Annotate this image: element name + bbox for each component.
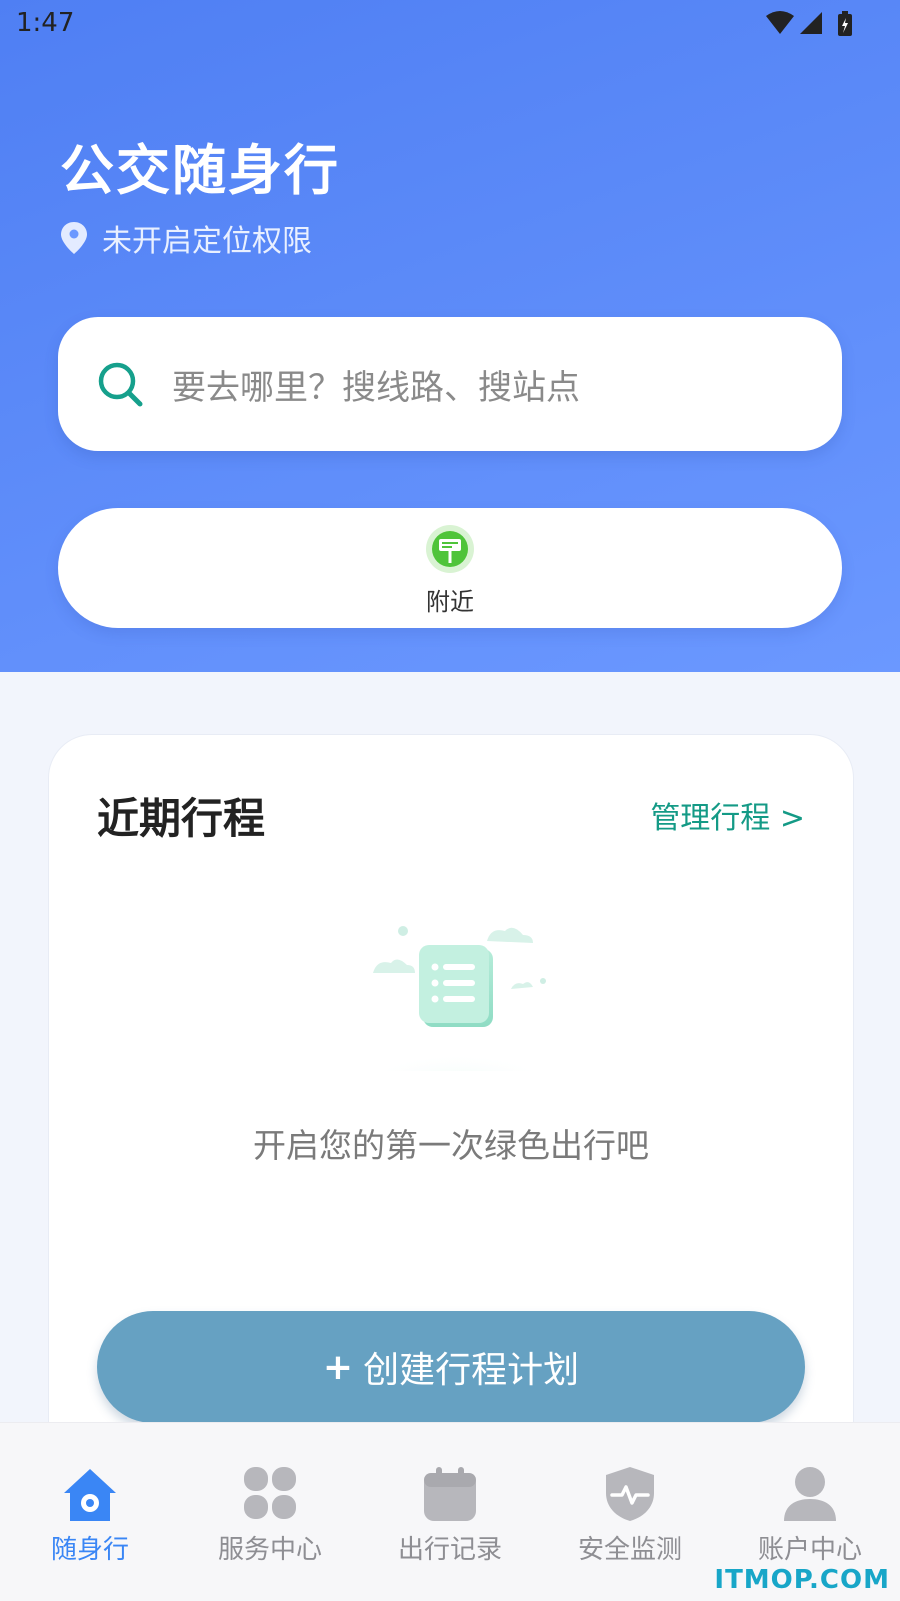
grid-icon [244,1467,296,1519]
empty-trips-illustration [366,926,550,1071]
create-trip-label: 创建行程计划 [363,1350,580,1391]
search-placeholder: 要去哪里？搜线路、搜站点 [172,367,580,408]
user-icon [784,1467,836,1521]
status-time: 1:47 [16,8,75,38]
nearby-label: 附近 [426,588,474,616]
home-icon [64,1469,116,1521]
search-bar[interactable]: 要去哪里？搜线路、搜站点 [58,317,842,451]
header-background: 1:47 公交随身行 未开启定位权限 要去哪里？搜线路、搜站点 附近 [0,0,900,672]
search-icon [98,362,143,407]
status-icons [766,11,852,36]
nav-item-home[interactable]: 随身行 [20,1465,160,1566]
nav-item-safety-monitor[interactable]: 安全监测 [560,1465,700,1566]
nav-label-home: 随身行 [50,1535,129,1565]
app-title: 公交随身行 [60,139,340,202]
nav-item-account-center[interactable]: 账户中心 [740,1465,880,1566]
nav-item-service-center[interactable]: 服务中心 [200,1465,340,1566]
location-status-text: 未开启定位权限 [102,224,312,259]
calendar-icon [424,1467,476,1521]
nav-label-travel-records: 出行记录 [397,1535,502,1565]
bottom-navigation: 随身行 服务中心 出行记录 安全监测 账户中心 ITMOP.COM [0,1422,900,1601]
location-pin-icon [61,222,87,254]
recent-trips-title: 近期行程 [97,794,266,843]
nav-label-safety-monitor: 安全监测 [577,1535,682,1565]
wifi-icon [766,11,794,34]
shield-pulse-icon [606,1467,654,1521]
quick-actions-card: 附近 [58,508,842,628]
nav-label-account-center: 账户中心 [757,1535,862,1565]
location-status[interactable]: 未开启定位权限 [60,218,312,259]
recent-trips-card: 近期行程 管理行程 > 开启您的第一次绿色出行吧 + 创建行程计划 [48,734,854,1496]
manage-trips-link[interactable]: 管理行程 > [650,793,805,837]
signal-icon [800,12,822,34]
empty-trips-message: 开启您的第一次绿色出行吧 [253,1126,649,1165]
battery-icon [838,11,852,36]
bus-stop-sign-icon [426,525,474,573]
nav-item-travel-records[interactable]: 出行记录 [380,1465,520,1566]
create-trip-button[interactable]: + 创建行程计划 [97,1311,805,1423]
nearby-button[interactable]: 附近 [388,524,512,617]
status-bar: 1:47 [0,0,900,52]
plus-icon: + [322,1346,354,1388]
watermark-text: ITMOP.COM [714,1565,890,1595]
nav-label-service-center: 服务中心 [217,1535,322,1565]
